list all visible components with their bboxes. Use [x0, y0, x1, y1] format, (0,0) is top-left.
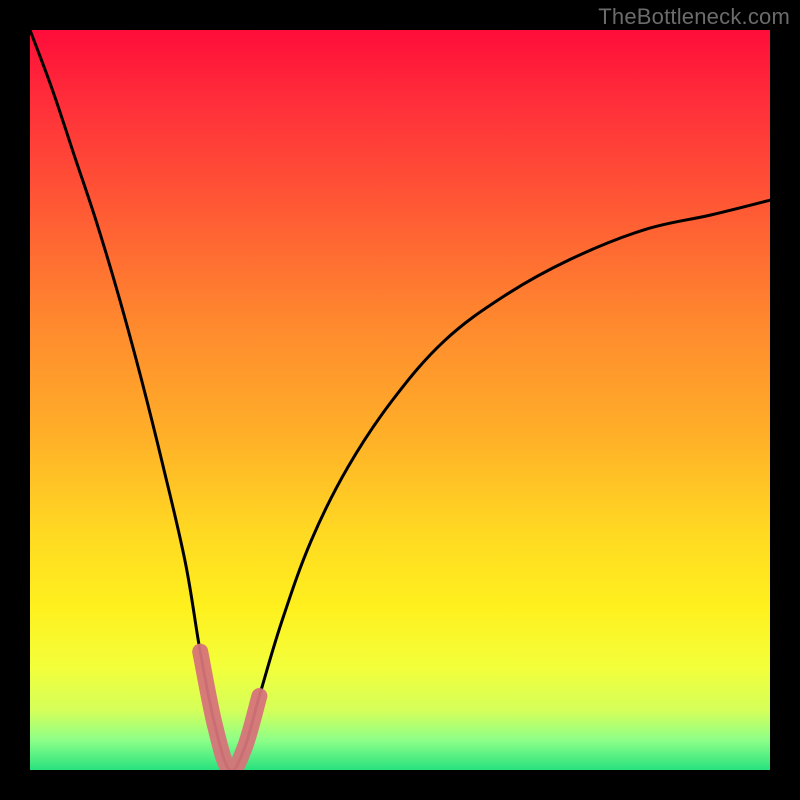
- curve-min-highlight: [200, 652, 259, 770]
- bottleneck-chart: [30, 30, 770, 770]
- chart-frame: TheBottleneck.com: [0, 0, 800, 800]
- bottleneck-curve: [30, 30, 770, 770]
- plot-area: [30, 30, 770, 770]
- watermark-text: TheBottleneck.com: [598, 4, 790, 30]
